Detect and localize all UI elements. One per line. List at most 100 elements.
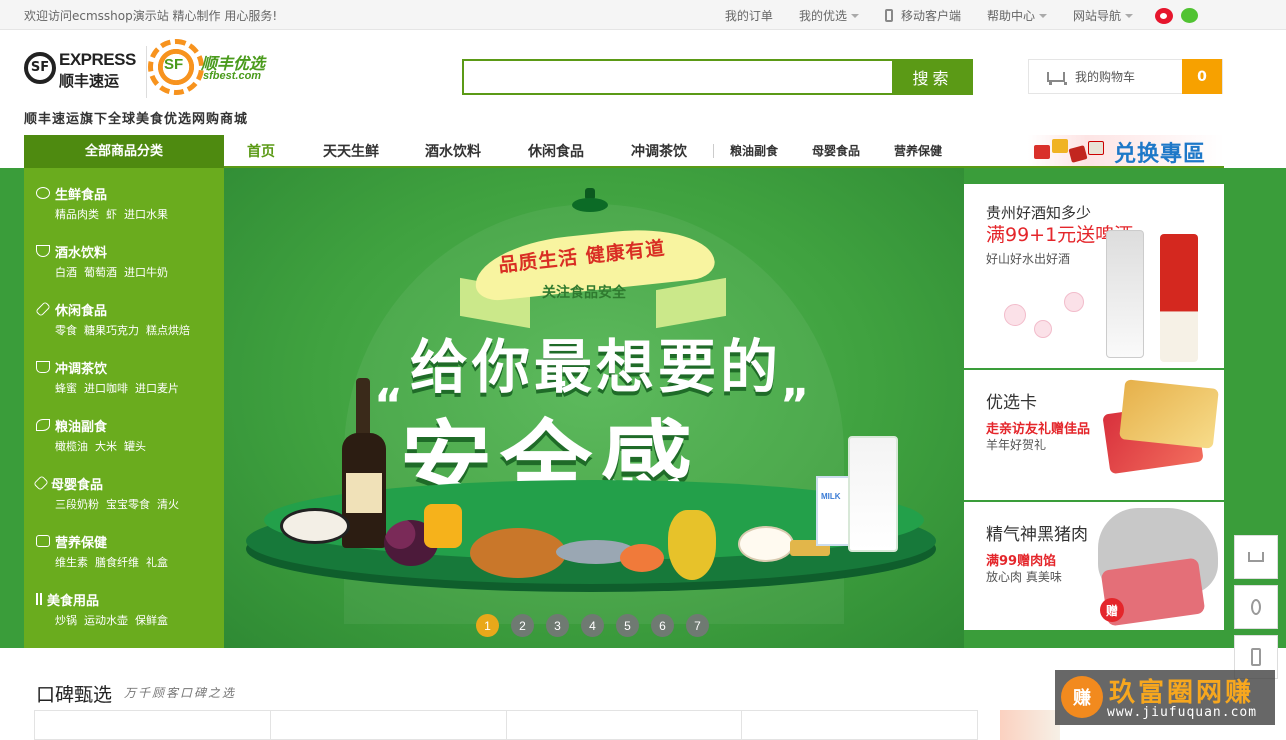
category-title[interactable]: 生鲜食品 [55,184,107,203]
category-item[interactable]: 生鲜食品 精品肉类虾进口水果 [24,182,224,240]
category-sub-link[interactable]: 蜂蜜 [55,382,77,395]
carousel-dot[interactable]: 6 [651,614,674,637]
category-sub-link[interactable]: 进口水果 [124,208,168,221]
carousel-dot[interactable]: 7 [686,614,709,637]
sfbest-logo[interactable]: SF 顺丰优选 sfbest.com [148,39,273,100]
my-youxuan-label: 我的优选 [798,9,847,23]
search-input[interactable] [462,59,892,95]
category-sub-link[interactable]: 保鲜盒 [135,614,168,627]
cart-button[interactable]: 我的购物车 0 [1028,59,1223,94]
category-sub-link[interactable]: 三段奶粉 [55,498,99,511]
carousel-dot[interactable]: 5 [616,614,639,637]
float-cart-button[interactable] [1234,535,1278,579]
roast-chicken-image [470,528,566,578]
all-categories-button[interactable]: 全部商品分类 [24,135,224,168]
product-card[interactable] [741,710,978,740]
category-sub-link[interactable]: 维生素 [55,556,88,569]
category-title[interactable]: 美食用品 [47,590,99,609]
category-sub-link[interactable]: 进口咖啡 [84,382,128,395]
rice-bowl-image [738,526,794,562]
site-nav-link[interactable]: 网站导航 [1073,7,1133,24]
category-title[interactable]: 冲调茶饮 [55,358,107,377]
promo-desc: 羊年好贺礼 [986,438,1047,452]
category-sub-link[interactable]: 精品肉类 [55,208,99,221]
honey-jar-image [424,504,462,548]
product-card[interactable] [269,710,506,740]
carousel-dot[interactable]: 2 [511,614,534,637]
category-item[interactable]: 酒水饮料 白酒 葡萄酒 进口牛奶 [24,240,224,298]
carousel-dot[interactable]: 3 [546,614,569,637]
category-item[interactable]: 美食用品 炒锅 运动水壶 保鲜盒 [24,588,224,646]
category-title[interactable]: 营养保健 [55,532,107,551]
promo-card[interactable]: 优选卡 走亲访友礼赠佳品 羊年好贺礼 [964,370,1224,500]
my-orders-link[interactable]: 我的订单 [725,7,773,24]
mobile-client-link[interactable]: 移动客户端 [884,7,961,24]
category-item[interactable]: 休闲食品 零食 糖果巧克力 糕点烘焙 [24,298,224,356]
product-card[interactable] [505,710,742,740]
search-button[interactable]: 搜索 [892,59,973,95]
banner-area: 生鲜食品 精品肉类虾进口水果 酒水饮料 白酒 葡萄酒 进口牛奶 休闲食品 零食 糖果巧… [0,168,1286,648]
nav-baby[interactable]: 母婴食品 [812,142,860,159]
side-banner-image[interactable] [1000,710,1060,740]
category-menu: 生鲜食品 精品肉类虾进口水果 酒水饮料 白酒 葡萄酒 进口牛奶 休闲食品 零食 糖果巧… [24,168,224,648]
slogan: 顺丰速运旗下全球美食优选网购商城 [24,112,249,127]
hero-carousel[interactable]: 品质生活 健康有道 关注食品安全 给你最想要的 “ 安全感 ” 1 2 3 4 … [224,168,964,648]
category-sub-link[interactable]: 糕点烘焙 [146,324,190,337]
category-sub-link[interactable]: 罐头 [124,440,146,453]
nav-snacks[interactable]: 休闲食品 [528,141,584,161]
cart-label: 我的购物车 [1075,70,1136,84]
category-sub-link[interactable]: 宝宝零食 [106,498,150,511]
cloche-knob [572,188,608,212]
carousel-dot[interactable]: 1 [476,614,499,637]
nav-tea[interactable]: 冲调茶饮 [631,141,687,161]
watermark-cn: 玖富圈网赚 [1109,678,1255,708]
category-sub-link[interactable]: 进口牛奶 [124,266,168,279]
nav-drinks[interactable]: 酒水饮料 [425,141,481,161]
nav-health[interactable]: 营养保健 [894,142,942,159]
nav-home[interactable]: 首页 [247,141,275,161]
category-item[interactable]: 营养保健 维生素 膳食纤维 礼盒 [24,530,224,588]
header: SF EXPRESS 顺丰速运 SF 顺丰优选 sfbest.com 顺丰速运旗… [0,30,1286,137]
main-nav: 全部商品分类 首页 天天生鲜 酒水饮料 休闲食品 冲调茶饮 粮油副食 母婴食品 … [0,135,1286,168]
top-bar: 欢迎访问ecmsshop演示站 精心制作 用心服务! 我的订单 我的优选 移动客… [0,0,1286,30]
category-sub-link[interactable]: 礼盒 [146,556,168,569]
nav-grain-oil[interactable]: 粮油副食 [730,142,778,159]
watermark-en: www.jiufuquan.com [1107,705,1258,720]
category-sub-link[interactable]: 运动水壶 [84,614,128,627]
nav-fresh[interactable]: 天天生鲜 [323,141,379,161]
category-sub-link[interactable]: 进口麦片 [135,382,179,395]
category-sub-link[interactable]: 虾 [106,208,117,221]
category-item[interactable]: 母婴食品 三段奶粉 宝宝零食 清火 [24,472,224,530]
carousel-dot[interactable]: 4 [581,614,604,637]
category-title[interactable]: 粮油副食 [55,416,107,435]
exchange-zone-banner[interactable]: 兑换專區 [1028,135,1224,167]
category-title[interactable]: 酒水饮料 [55,242,107,261]
category-sub-link[interactable]: 橄榄油 [55,440,88,453]
wechat-icon[interactable] [1181,8,1198,23]
category-sub-link[interactable]: 炒锅 [55,614,77,627]
float-footprint-button[interactable] [1234,585,1278,629]
milk-glass-image [848,436,898,552]
category-sub-link[interactable]: 大米 [95,440,117,453]
product-card[interactable] [34,710,270,740]
category-item[interactable]: 冲调茶饮 蜂蜜 进口咖啡 进口麦片 [24,356,224,414]
category-sub-link[interactable]: 零食 [55,324,77,337]
category-sub-link[interactable]: 糖果巧克力 [84,324,139,337]
teacup-icon [36,361,50,373]
category-sub-link[interactable]: 白酒 [55,266,77,279]
weibo-icon[interactable] [1155,7,1173,24]
category-sub-link[interactable]: 清火 [157,498,179,511]
category-title[interactable]: 母婴食品 [51,474,103,493]
sf-express-logo[interactable]: SF EXPRESS 顺丰速运 [24,50,136,102]
category-sub-link[interactable]: 膳食纤维 [95,556,139,569]
my-youxuan-link[interactable]: 我的优选 [799,7,859,24]
category-title[interactable]: 休闲食品 [55,300,107,319]
category-sub-link[interactable]: 葡萄酒 [84,266,117,279]
promo-pork[interactable]: 赠 精气神黑猪肉 满99赠肉馅 放心肉 真美味 [964,502,1224,630]
liquor-bottle-image [1106,230,1144,358]
phone-icon [1251,648,1261,666]
help-center-link[interactable]: 帮助中心 [987,7,1047,24]
promo-liquor[interactable]: 贵州好酒知多少 满99+1元送啤酒 好山好水出好酒 [964,184,1224,368]
category-item[interactable]: 粮油副食 橄榄油 大米 罐头 [24,414,224,472]
sf-express-cn: 顺丰速运 [59,72,120,90]
